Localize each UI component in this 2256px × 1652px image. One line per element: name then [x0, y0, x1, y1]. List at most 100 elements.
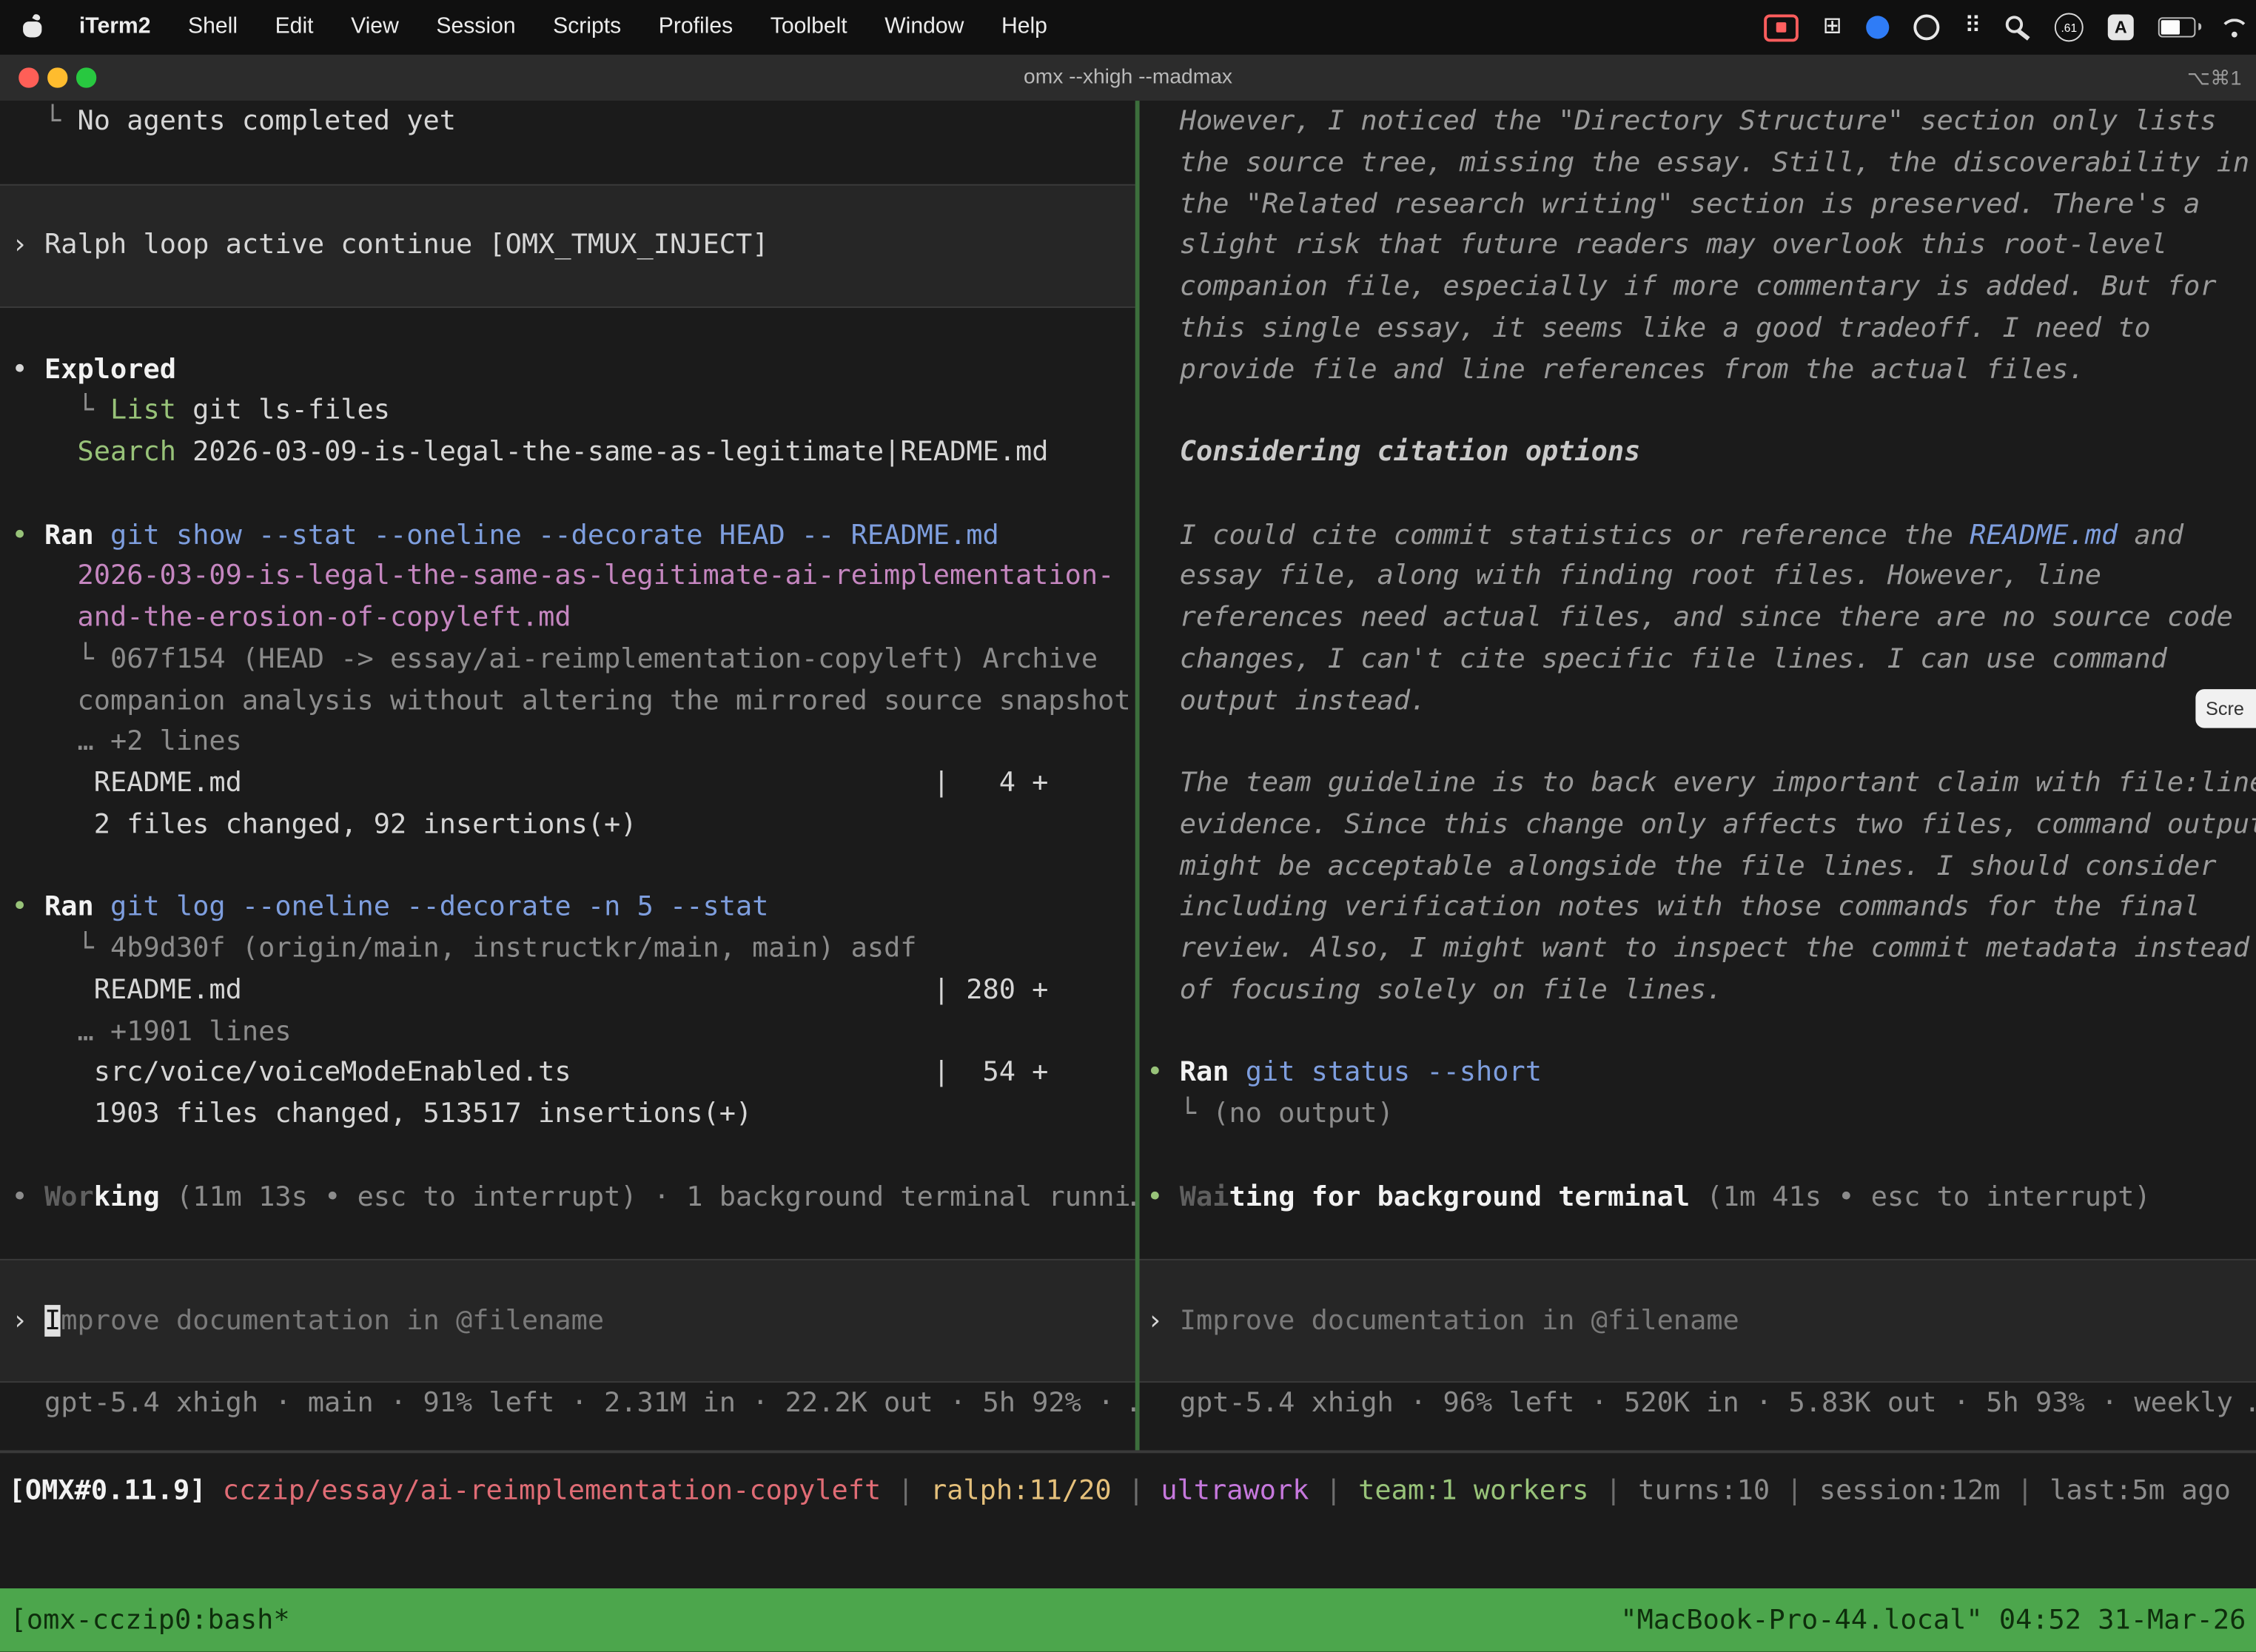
terminal-line: └ List git ls-files: [12, 390, 1135, 432]
menu-item-window[interactable]: Window: [866, 14, 983, 40]
terminal-line: • Ran git show --stat --oneline --decora…: [12, 514, 1135, 556]
terminal-line: [12, 308, 1135, 349]
terminal: └ No agents completed yet › Ralph loop a…: [0, 101, 2256, 1652]
battery-icon[interactable]: [2158, 17, 2196, 37]
window-title: omx --xhigh --madmax: [0, 55, 2256, 101]
grid-app-icon[interactable]: ⊞: [1823, 16, 1842, 38]
terminal-line: 1903 files changed, 513517 insertions(+): [12, 1093, 1135, 1135]
menu-bar: iTerm2ShellEditViewSessionScriptsProfile…: [0, 0, 2256, 55]
menu-item-profiles[interactable]: Profiles: [640, 14, 752, 40]
terminal-line: gpt-5.4 xhigh · 96% left · 520K in · 5.8…: [1147, 1383, 2256, 1425]
terminal-line: [12, 1259, 1135, 1300]
terminal-line: [12, 845, 1135, 887]
window-hotkey: ⌥⌘1: [2187, 55, 2242, 101]
menu-item-help[interactable]: Help: [983, 14, 1067, 40]
tmux-session-label: [omx-cczip0:bash*: [10, 1604, 290, 1636]
menu-item-session[interactable]: Session: [417, 14, 534, 40]
terminal-line: [12, 1218, 1135, 1259]
pane-divider[interactable]: [1135, 101, 1140, 1450]
terminal-line: [12, 184, 1135, 225]
terminal-line: [1147, 1259, 2256, 1300]
terminal-line: › Improve documentation in @filename: [12, 1300, 1135, 1342]
terminal-line: I could cite commit statistics or refere…: [1147, 514, 2256, 556]
terminal-line: └ 4b9d30f (origin/main, instructkr/main,…: [12, 928, 1135, 970]
menu-item-toolbelt[interactable]: Toolbelt: [752, 14, 866, 40]
terminal-line: [1147, 1135, 2256, 1176]
terminal-line: • Waiting for background terminal (1m 41…: [1147, 1176, 2256, 1218]
terminal-line: evidence. Since this change only affects…: [1147, 804, 2256, 845]
terminal-line: • Ran git status --short: [1147, 1052, 2256, 1093]
screen-recording-icon[interactable]: [1764, 13, 1799, 41]
terminal-line: … +1901 lines: [12, 1011, 1135, 1052]
menu-item-shell[interactable]: Shell: [169, 14, 257, 40]
menu-item-iterm2[interactable]: iTerm2: [61, 14, 169, 40]
terminal-line: └ No agents completed yet: [12, 101, 1135, 142]
swirl-app-icon[interactable]: [1914, 14, 1940, 40]
screen-share-button[interactable]: Scre: [2195, 689, 2256, 728]
apple-menu[interactable]: [23, 16, 44, 38]
terminal-line: [1147, 473, 2256, 514]
left-pane[interactable]: └ No agents completed yet › Ralph loop a…: [0, 101, 1135, 1450]
terminal-line: changes, I can't cite specific file line…: [1147, 639, 2256, 680]
terminal-line: references need actual files, and since …: [1147, 597, 2256, 639]
terminal-line: Search 2026-03-09-is-legal-the-same-as-l…: [12, 432, 1135, 473]
terminal-line: 2 files changed, 92 insertions(+): [12, 804, 1135, 845]
terminal-line: provide file and line references from th…: [1147, 349, 2256, 390]
terminal-line: [1147, 390, 2256, 432]
terminal-line: └ 067f154 (HEAD -> essay/ai-reimplementa…: [12, 639, 1135, 680]
terminal-line: README.md | 4 +: [12, 762, 1135, 804]
screen: iTerm2ShellEditViewSessionScriptsProfile…: [0, 0, 2256, 1652]
terminal-line: [1147, 1011, 2256, 1052]
terminal-line: companion analysis without altering the …: [12, 679, 1135, 721]
terminal-line: [1147, 1218, 2256, 1259]
terminal-line: Considering citation options: [1147, 432, 2256, 473]
menu-item-edit[interactable]: Edit: [256, 14, 332, 40]
menu-status-icons: ⊞ ⠿ .61 A: [1764, 0, 2247, 55]
terminal-line: [1147, 721, 2256, 762]
terminal-line: [12, 1135, 1135, 1176]
pane-separator: [0, 1450, 2256, 1453]
terminal-line: The team guideline is to back every impo…: [1147, 762, 2256, 804]
terminal-line: review. Also, I might want to inspect th…: [1147, 928, 2256, 970]
input-source-icon[interactable]: A: [2108, 14, 2134, 40]
dots-grid-icon[interactable]: ⠿: [1964, 16, 1981, 38]
menu-item-scripts[interactable]: Scripts: [534, 14, 640, 40]
terminal-line: src/voice/voiceModeEnabled.ts | 54 +: [12, 1052, 1135, 1093]
terminal-line: gpt-5.4 xhigh · main · 91% left · 2.31M …: [12, 1383, 1135, 1425]
key-icon[interactable]: [2006, 15, 2030, 39]
terminal-line: slight risk that future readers may over…: [1147, 225, 2256, 266]
terminal-line: [12, 266, 1135, 308]
title-bar[interactable]: omx --xhigh --madmax ⌥⌘1: [0, 55, 2256, 102]
terminal-line: companion file, especially if more comme…: [1147, 266, 2256, 308]
menu-item-view[interactable]: View: [332, 14, 417, 40]
terminal-line: and-the-erosion-of-copyleft.md: [12, 597, 1135, 639]
input-source-icon-label: A: [2115, 17, 2127, 37]
terminal-line: • Explored: [12, 349, 1135, 390]
blue-app-icon[interactable]: [1867, 16, 1890, 38]
terminal-line: • Ran git log --oneline --decorate -n 5 …: [12, 887, 1135, 928]
terminal-line: the source tree, missing the essay. Stil…: [1147, 142, 2256, 184]
terminal-line: › Improve documentation in @filename: [1147, 1300, 2256, 1342]
terminal-line: README.md | 280 +: [12, 970, 1135, 1011]
terminal-line: output instead.: [1147, 679, 2256, 721]
terminal-line: of focusing solely on file lines.: [1147, 970, 2256, 1011]
terminal-line: the "Related research writing" section i…: [1147, 184, 2256, 225]
battery-percent-icon[interactable]: .61: [2055, 13, 2084, 41]
right-pane[interactable]: However, I noticed the "Directory Struct…: [1140, 101, 2256, 1450]
omx-status-bar: [OMX#0.11.9] cczip/essay/ai-reimplementa…: [0, 1471, 2256, 1512]
tmux-status-bar: [omx-cczip0:bash* "MacBook-Pro-44.local"…: [0, 1588, 2256, 1652]
apple-icon: [23, 16, 43, 38]
terminal-line: [12, 473, 1135, 514]
terminal-line: [12, 142, 1135, 184]
menu-items: iTerm2ShellEditViewSessionScriptsProfile…: [61, 0, 1067, 55]
terminal-line: [12, 1342, 1135, 1383]
terminal-line: • Working (11m 13s • esc to interrupt) ·…: [12, 1176, 1135, 1218]
terminal-line: └ (no output): [1147, 1093, 2256, 1135]
battery-percent-icon-label: .61: [2061, 21, 2077, 33]
wifi-icon[interactable]: [2220, 17, 2247, 37]
terminal-line: including verification notes with those …: [1147, 887, 2256, 928]
tmux-host-time-label: "MacBook-Pro-44.local" 04:52 31-Mar-26: [1620, 1604, 2246, 1636]
terminal-line: … +2 lines: [12, 721, 1135, 762]
terminal-line: › Ralph loop active continue [OMX_TMUX_I…: [12, 225, 1135, 266]
terminal-line: 2026-03-09-is-legal-the-same-as-legitima…: [12, 556, 1135, 597]
